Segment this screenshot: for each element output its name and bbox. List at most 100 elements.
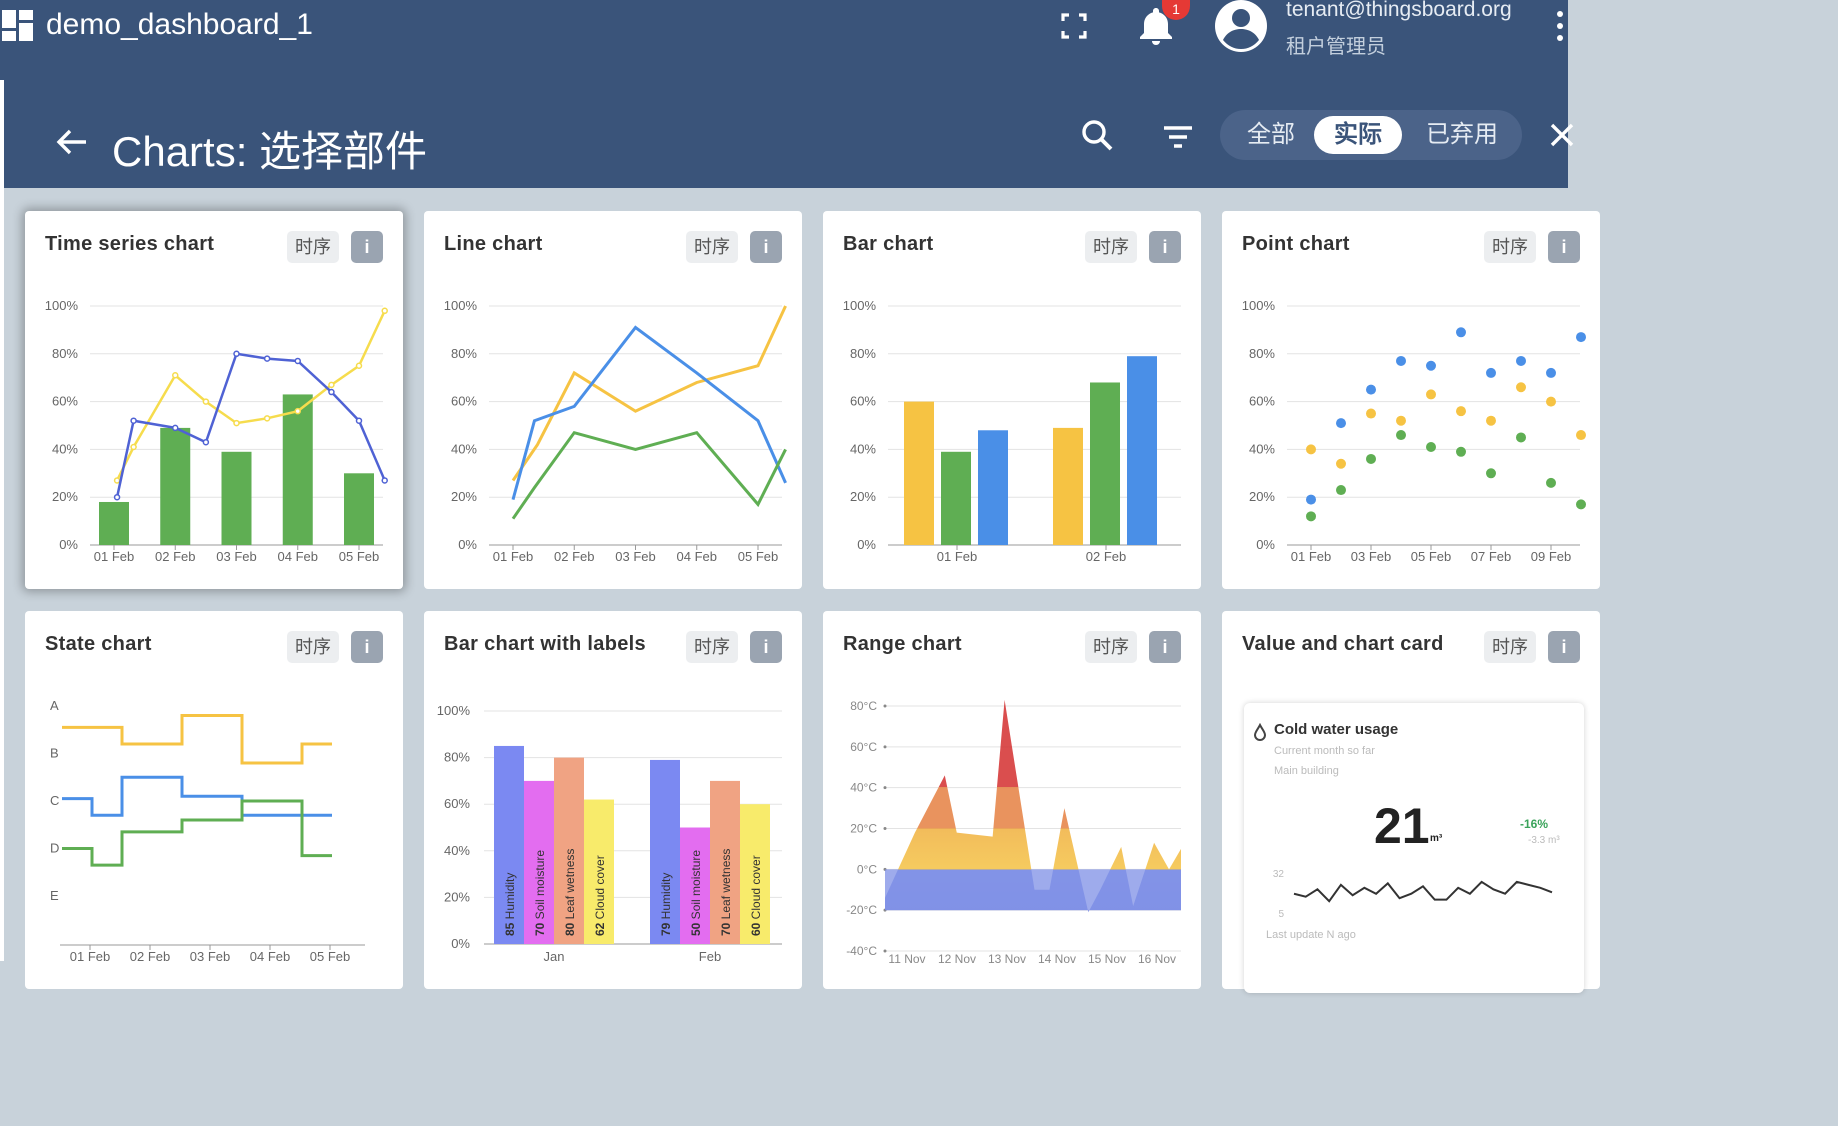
filter-deprecated-toggle[interactable]: 已弃用 xyxy=(1416,116,1508,154)
data-point xyxy=(172,424,179,432)
data-point xyxy=(1546,367,1556,378)
search-icon[interactable] xyxy=(1078,116,1118,156)
x-tick-label: 15 Nov xyxy=(1088,952,1126,966)
x-tick-label: 11 Nov xyxy=(888,952,925,966)
data-point xyxy=(1486,415,1496,426)
y-tick-label: 60% xyxy=(52,394,78,409)
widget-card-line[interactable]: Line chart 时序 i 0% 20% 40% 60% 80% 100% 01 Feb… xyxy=(424,211,802,589)
y-tick-label: 80% xyxy=(1249,346,1275,361)
value-card-last-update: Last update N ago xyxy=(1266,929,1356,941)
data-point xyxy=(1546,477,1556,488)
bar xyxy=(282,394,313,545)
y-tick-label: 20°C xyxy=(850,822,877,836)
data-point xyxy=(1516,355,1526,366)
data-point xyxy=(1336,418,1346,429)
bar-value-label: 62 Cloud cover xyxy=(593,855,607,936)
data-point xyxy=(1456,406,1466,417)
widget-card-point[interactable]: Point chart 时序 i 0% 20% 40% 60% 80% 100% 01 Fe… xyxy=(1222,211,1600,589)
data-point xyxy=(1426,360,1436,371)
y-tick-label: 60% xyxy=(850,394,876,409)
y-tick-dot xyxy=(883,745,887,749)
bar xyxy=(1090,382,1120,545)
widget-card-bar[interactable]: Bar chart 时序 i 0% 20% 40% 60% 80% 100% 01 Feb 0… xyxy=(823,211,1201,589)
data-point xyxy=(1546,396,1556,407)
x-tick-label: 03 Feb xyxy=(216,549,256,564)
filter-actual-toggle[interactable]: 实际 xyxy=(1314,116,1402,154)
bar-chart: 0% 20% 40% 60% 80% 100% 01 Feb 02 Feb xyxy=(843,298,1181,564)
x-tick-label: 05 Feb xyxy=(1411,549,1451,564)
state-label: D xyxy=(50,841,59,856)
back-arrow-icon[interactable] xyxy=(52,122,92,162)
filter-list-icon[interactable] xyxy=(1158,118,1198,158)
data-point xyxy=(1366,384,1376,395)
x-tick-label: 16 Nov xyxy=(1138,952,1176,966)
x-tick-label: 04 Feb xyxy=(677,549,717,564)
y-tick-label: 32 xyxy=(1273,869,1285,880)
data-point xyxy=(1396,355,1406,366)
x-tick-label: 01 Feb xyxy=(94,549,134,564)
filter-all-toggle[interactable]: 全部 xyxy=(1234,116,1308,154)
y-tick-label: 20% xyxy=(1249,489,1275,504)
sparkline xyxy=(1293,880,1553,903)
data-point xyxy=(355,417,363,424)
x-tick-label: 02 Feb xyxy=(155,549,195,564)
data-point xyxy=(1306,444,1316,455)
state-line xyxy=(62,799,332,867)
dashboard-grid-icon xyxy=(2,10,34,42)
data-point xyxy=(1516,432,1526,443)
data-point xyxy=(1456,446,1466,457)
line-chart: 0% 20% 40% 60% 80% 100% 01 Feb 02 Feb 03 Feb 04 F… xyxy=(444,298,787,564)
y-tick-label: -40°C xyxy=(846,944,877,958)
bar xyxy=(978,430,1008,545)
close-icon[interactable] xyxy=(1544,118,1574,152)
dialog-toolbar: Charts: 选择部件 全部 实际 已弃用 xyxy=(4,80,1574,188)
x-tick-label: 02 Feb xyxy=(130,949,170,964)
point-chart: 0% 20% 40% 60% 80% 100% 01 Feb 03 Feb 05 Feb 07 F… xyxy=(1242,298,1586,564)
y-tick-label: 100% xyxy=(843,298,877,313)
y-tick-label: 80% xyxy=(850,346,876,361)
x-tick-label: 01 Feb xyxy=(493,549,533,564)
data-point xyxy=(172,372,179,379)
more-vert-icon[interactable] xyxy=(1552,6,1566,46)
y-tick-label: 0% xyxy=(59,537,78,552)
range-chart: -40°C -20°C 0°C 20°C 40°C 60°C 80°C 11 Nov 12 No… xyxy=(846,699,1181,966)
y-tick-label: 40°C xyxy=(850,781,877,795)
data-point xyxy=(233,350,240,358)
fullscreen-icon[interactable] xyxy=(1058,10,1090,42)
bar xyxy=(1053,427,1083,545)
data-point xyxy=(202,438,210,446)
x-tick-label: 09 Feb xyxy=(1531,549,1571,564)
data-point xyxy=(1576,332,1586,343)
x-tick-label: Feb xyxy=(699,949,721,964)
user-avatar-icon[interactable] xyxy=(1212,0,1270,52)
y-tick-label: 60% xyxy=(1249,394,1275,409)
data-point xyxy=(233,419,240,427)
y-tick-label: 40% xyxy=(444,843,470,858)
x-tick-label: 14 Nov xyxy=(1038,952,1076,966)
data-point xyxy=(1426,442,1436,453)
data-point xyxy=(294,407,301,415)
x-tick-label: 12 Nov xyxy=(938,952,976,966)
y-tick-label: 80% xyxy=(451,346,477,361)
user-role: 租户管理员 xyxy=(1286,36,1386,58)
x-tick-label: 03 Feb xyxy=(615,549,655,564)
bar-value-label: 70 Soil moisture xyxy=(533,850,547,936)
y-tick-label: 60% xyxy=(444,796,470,811)
widget-card-state[interactable]: State chart 时序 i A B C D E 01 Feb 02 Feb 03 Feb… xyxy=(25,611,403,989)
widget-card-range[interactable]: Range chart 时序 i -40°C -20°C 0°C 20°C 40°C 60… xyxy=(823,611,1201,989)
y-tick-label: 20% xyxy=(52,489,78,504)
widget-card-time-series[interactable]: Time series chart 时序 i 0% 20% 40% 60% 80% 100… xyxy=(25,211,403,589)
widget-card-value-chart[interactable]: Value and chart card 时序 i Cold water usa… xyxy=(1222,611,1600,993)
widget-card-bar-labels[interactable]: Bar chart with labels 时序 i 0% 20% 40% 60% 80… xyxy=(424,611,802,989)
y-tick-label: 100% xyxy=(437,703,471,718)
data-point xyxy=(1456,327,1466,338)
state-label: B xyxy=(50,746,59,761)
data-point xyxy=(1486,367,1496,378)
dialog-title: Charts: 选择部件 xyxy=(112,128,428,175)
data-point xyxy=(1486,468,1496,479)
data-point xyxy=(1306,511,1316,522)
bar xyxy=(99,501,129,545)
data-point xyxy=(113,493,121,501)
range-band xyxy=(885,869,1181,911)
y-tick-label: 80% xyxy=(52,346,78,361)
